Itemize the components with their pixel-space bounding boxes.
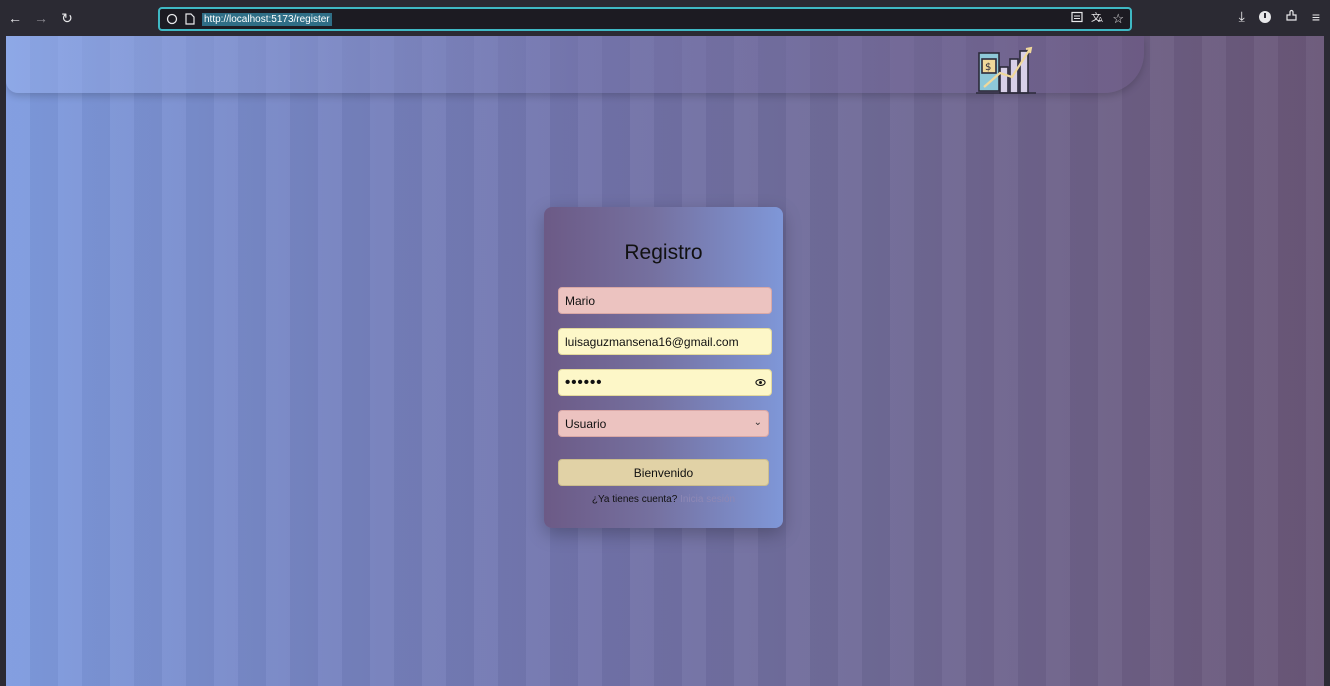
chevron-down-icon: ⌄	[753, 417, 762, 428]
url-bar[interactable]: http://localhost:5173/register 文A ☆	[158, 7, 1132, 31]
forward-icon[interactable]: →	[30, 7, 52, 29]
svg-text:A: A	[1098, 16, 1103, 23]
eye-icon[interactable]	[755, 377, 766, 388]
reader-view-icon[interactable]	[1071, 11, 1083, 27]
page-title: Registro	[624, 241, 703, 264]
name-input[interactable]: Mario	[558, 287, 772, 314]
account-icon[interactable]	[1258, 10, 1271, 23]
role-select[interactable]: Usuario ⌄	[558, 410, 769, 437]
svg-text:$: $	[985, 62, 991, 73]
email-value: luisaguzmansena16@gmail.com	[565, 334, 739, 349]
translate-icon[interactable]: 文A	[1091, 11, 1104, 27]
back-icon[interactable]: ←	[4, 7, 26, 29]
role-value: Usuario	[565, 416, 607, 431]
login-prompt-row: ¿Ya tienes cuenta? Inicia sesión	[544, 494, 783, 505]
password-input[interactable]: ••••••	[558, 369, 772, 396]
reload-icon[interactable]: ↻	[56, 7, 78, 29]
register-card: Registro Mario luisaguzmansena16@gmail.c…	[544, 207, 783, 528]
submit-button[interactable]: Bienvenido	[558, 459, 769, 486]
shield-icon[interactable]	[166, 13, 178, 25]
finance-logo-icon: $	[976, 46, 1036, 94]
email-input[interactable]: luisaguzmansena16@gmail.com	[558, 328, 772, 355]
name-value: Mario	[565, 293, 596, 308]
page-icon	[185, 13, 195, 25]
extensions-icon[interactable]	[1285, 9, 1298, 25]
login-link[interactable]: Inicia sesión	[680, 494, 735, 505]
bookmark-star-icon[interactable]: ☆	[1112, 11, 1124, 27]
password-mask: ••••••	[565, 374, 603, 391]
menu-icon[interactable]: ≡	[1312, 9, 1320, 25]
download-icon[interactable]: ⤓	[1239, 8, 1245, 25]
login-prompt: ¿Ya tienes cuenta?	[591, 494, 678, 505]
page-viewport: $ Registro Mario luisaguzmansena16@gmail…	[6, 36, 1324, 686]
browser-toolbar: ← → ↻ http://localhost:5173/register 文A …	[0, 0, 1330, 36]
url-text[interactable]: http://localhost:5173/register	[202, 12, 332, 26]
